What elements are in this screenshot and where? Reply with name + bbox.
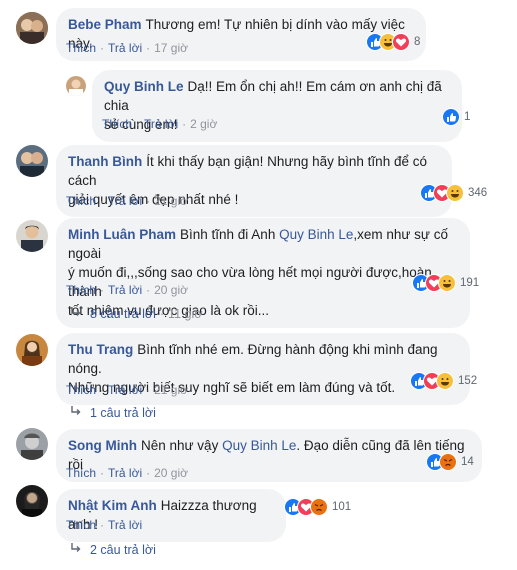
like-link[interactable]: Thích	[66, 518, 96, 532]
reply-link[interactable]: Trả lời	[108, 194, 142, 208]
reaction-count: 1	[464, 111, 471, 123]
comment-text: Bình tĩnh đi Anh	[180, 227, 280, 242]
comment-actions: Thích · Trả lời	[66, 518, 143, 532]
reaction-count: 191	[460, 277, 480, 289]
like-link[interactable]: Thích	[66, 383, 96, 397]
reply-link[interactable]: Trả lời	[108, 466, 142, 480]
reaction-summary[interactable]: 152	[410, 371, 477, 391]
reply-arrow-icon	[70, 306, 82, 321]
view-replies-link[interactable]: 8 câu trả lời · 11 giờ	[70, 306, 202, 321]
comment-bubble: Nhật Kim Anh Haizzza thương anh !	[56, 489, 286, 542]
timestamp[interactable]: 21 giờ	[154, 194, 188, 208]
avatar-minh-luan-pham[interactable]	[16, 220, 48, 252]
replies-timestamp: 11 giờ	[168, 306, 203, 321]
reply-link[interactable]: Trả lời	[144, 117, 178, 131]
reaction-summary[interactable]: 191	[412, 273, 479, 293]
comment-actions: Thích · Trả lời · 17 giờ	[66, 41, 188, 55]
reaction-count: 8	[414, 36, 421, 48]
like-link[interactable]: Thích	[102, 117, 132, 131]
timestamp[interactable]: 17 giờ	[154, 41, 188, 55]
comment-author[interactable]: Thu Trang	[68, 342, 133, 357]
like-link[interactable]: Thích	[66, 283, 96, 297]
angry-reaction-icon	[439, 453, 457, 471]
replies-count[interactable]: 1 câu trả lời	[90, 406, 156, 420]
haha-reaction-icon	[436, 372, 454, 390]
avatar-thanh-binh[interactable]	[16, 145, 48, 177]
reaction-summary[interactable]: 8	[366, 32, 420, 52]
reaction-count: 152	[458, 375, 478, 387]
reaction-count: 14	[461, 456, 474, 468]
avatar-quy-binh-le[interactable]	[66, 76, 86, 96]
mention-link[interactable]: Quy Binh Le	[222, 438, 296, 453]
avatar-song-minh[interactable]	[16, 428, 48, 460]
comment-author[interactable]: Thanh Bình	[68, 154, 142, 169]
avatar-thu-trang[interactable]	[16, 334, 48, 366]
comment-actions: Thích · Trả lời · 21 giờ	[66, 383, 188, 397]
reply-arrow-icon	[70, 405, 82, 420]
like-reaction-icon	[442, 108, 460, 126]
comment-bubble: Quy Binh Le Dạ!! Em ổn chị ah!! Em cám ơn…	[92, 70, 462, 142]
avatar-bebe-pham[interactable]	[16, 12, 48, 44]
angry-reaction-icon	[310, 498, 328, 516]
timestamp[interactable]: 20 giờ	[154, 283, 188, 297]
timestamp[interactable]: 20 giờ	[154, 466, 188, 480]
comment-actions: Thích · Trả lời · 20 giờ	[66, 283, 188, 297]
comment-text: Nên như vậy	[140, 438, 223, 453]
reply-link[interactable]: Trả lời	[108, 41, 142, 55]
reaction-summary[interactable]: 14	[426, 452, 474, 472]
reply-arrow-icon	[70, 542, 82, 557]
reply-link[interactable]: Trả lời	[108, 518, 142, 532]
haha-reaction-icon	[446, 184, 464, 202]
replies-count[interactable]: 2 câu trả lời	[90, 543, 156, 557]
reply-link[interactable]: Trả lời	[108, 283, 142, 297]
comment-actions: Thích · Trả lời · 20 giờ	[66, 466, 188, 480]
comment-actions: Thích · Trả lời · 21 giờ	[66, 194, 188, 208]
view-replies-link[interactable]: 1 câu trả lời	[70, 405, 156, 420]
reply-link[interactable]: Trả lời	[108, 383, 142, 397]
comment-author[interactable]: Song Minh	[68, 438, 137, 453]
comment-author[interactable]: Bebe Pham	[68, 17, 142, 32]
like-link[interactable]: Thích	[66, 194, 96, 208]
reaction-summary[interactable]: 101	[284, 497, 351, 517]
reaction-summary[interactable]: 1	[442, 107, 470, 127]
comment-author[interactable]: Nhật Kim Anh	[68, 498, 157, 513]
comment-author[interactable]: Quy Binh Le	[104, 79, 184, 94]
haha-reaction-icon	[438, 274, 456, 292]
comment-actions: Thích · Trả lời · 2 giờ	[102, 117, 218, 131]
avatar-nhat-kim-anh[interactable]	[16, 485, 48, 517]
timestamp[interactable]: 2 giờ	[190, 117, 217, 131]
like-link[interactable]: Thích	[66, 466, 96, 480]
comment-author[interactable]: Minh Luân Pham	[68, 227, 176, 242]
reaction-count: 346	[468, 187, 488, 199]
like-link[interactable]: Thích	[66, 41, 96, 55]
reaction-count: 101	[332, 501, 352, 513]
mention-link[interactable]: Quy Binh Le	[279, 227, 353, 242]
replies-count[interactable]: 8 câu trả lời	[90, 307, 156, 321]
view-replies-link[interactable]: 2 câu trả lời	[70, 542, 156, 557]
reaction-summary[interactable]: 346	[420, 183, 487, 203]
love-reaction-icon	[392, 33, 410, 51]
timestamp[interactable]: 21 giờ	[154, 383, 188, 397]
